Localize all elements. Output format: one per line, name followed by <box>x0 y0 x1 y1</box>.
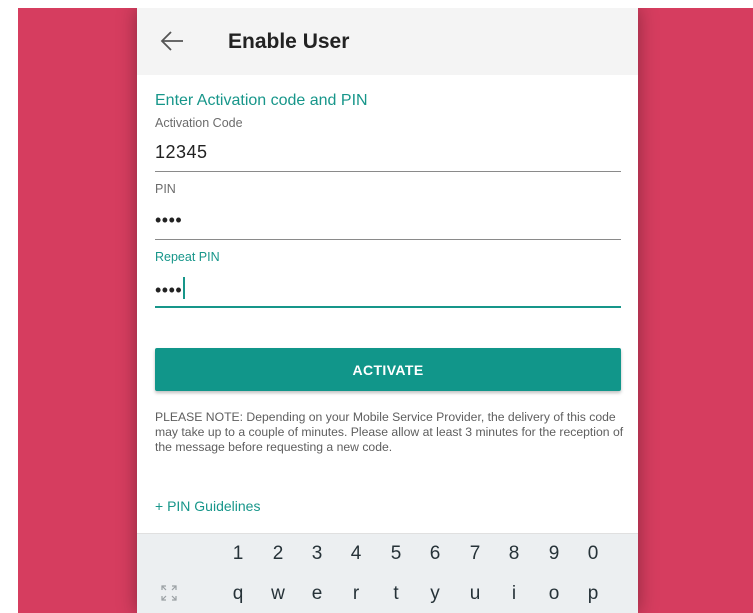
pin-field[interactable]: •••• <box>155 205 621 240</box>
page-title: Enable User <box>228 30 350 53</box>
key-u[interactable]: u <box>462 583 488 605</box>
key-2[interactable]: 2 <box>265 543 291 565</box>
key-3[interactable]: 3 <box>304 543 330 565</box>
key-e[interactable]: e <box>304 583 330 605</box>
activation-code-field[interactable]: 12345 <box>155 137 621 172</box>
soft-keyboard: 1 2 3 4 5 6 7 8 9 0 q w e r t y u i o p <box>137 533 638 613</box>
pin-guidelines-link[interactable]: + PIN Guidelines <box>155 498 260 514</box>
delivery-note: PLEASE NOTE: Depending on your Mobile Se… <box>155 410 624 454</box>
key-i[interactable]: i <box>501 583 527 605</box>
key-8[interactable]: 8 <box>501 543 527 565</box>
key-t[interactable]: t <box>383 583 409 605</box>
back-arrow-icon[interactable] <box>159 28 185 54</box>
repeat-pin-label: Repeat PIN <box>155 250 220 264</box>
key-7[interactable]: 7 <box>462 543 488 565</box>
section-title: Enter Activation code and PIN <box>155 92 368 109</box>
pin-value: •••• <box>155 210 183 230</box>
key-0[interactable]: 0 <box>580 543 606 565</box>
text-cursor <box>183 277 186 299</box>
background: Enable User Enter Activation code and PI… <box>18 8 753 613</box>
pin-label: PIN <box>155 182 176 196</box>
key-5[interactable]: 5 <box>383 543 409 565</box>
keyboard-letter-row: q w e r t y u i o p <box>137 574 638 613</box>
key-p[interactable]: p <box>580 583 606 605</box>
expand-arrows-icon[interactable] <box>161 585 177 601</box>
phone-screen: Enable User Enter Activation code and PI… <box>137 8 638 613</box>
key-q[interactable]: q <box>225 583 251 605</box>
activate-button[interactable]: ACTIVATE <box>155 348 621 391</box>
key-y[interactable]: y <box>422 583 448 605</box>
key-6[interactable]: 6 <box>422 543 448 565</box>
key-o[interactable]: o <box>541 583 567 605</box>
repeat-pin-value: •••• <box>155 277 186 301</box>
key-4[interactable]: 4 <box>343 543 369 565</box>
activation-code-value: 12345 <box>155 142 208 162</box>
key-9[interactable]: 9 <box>541 543 567 565</box>
keyboard-number-row: 1 2 3 4 5 6 7 8 9 0 <box>137 534 638 574</box>
key-r[interactable]: r <box>343 583 369 605</box>
key-1[interactable]: 1 <box>225 543 251 565</box>
key-w[interactable]: w <box>265 583 291 605</box>
repeat-pin-field[interactable]: •••• <box>155 272 621 308</box>
activation-code-label: Activation Code <box>155 116 243 130</box>
app-bar: Enable User <box>137 8 638 75</box>
